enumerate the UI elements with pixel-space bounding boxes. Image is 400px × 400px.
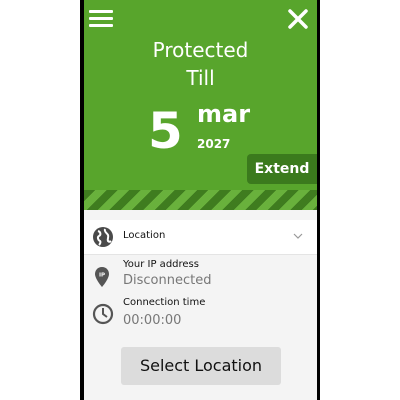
location-dropdown[interactable]: Location — [84, 220, 317, 254]
striped-divider — [84, 190, 317, 210]
expiry-day: 5 — [148, 102, 183, 160]
status-line-till: Till — [186, 66, 215, 90]
globe-icon — [93, 227, 113, 247]
chevron-down-icon — [293, 233, 303, 239]
protection-header: Protected Till 5 mar 2027 Extend — [84, 0, 317, 210]
ip-pin-icon: IP — [95, 267, 109, 287]
app-screen: Protected Till 5 mar 2027 Extend Locatio… — [84, 0, 317, 400]
connection-time-value: 00:00:00 — [123, 313, 182, 328]
location-label: Location — [123, 230, 166, 241]
close-icon[interactable] — [287, 8, 309, 30]
connection-time-label: Connection time — [123, 297, 206, 308]
extend-button[interactable]: Extend — [247, 154, 317, 184]
ip-pin-text: IP — [99, 273, 105, 279]
ip-address-value: Disconnected — [123, 273, 212, 288]
hamburger-menu-icon[interactable] — [89, 10, 113, 30]
expiry-month: mar — [197, 100, 251, 128]
select-location-button[interactable]: Select Location — [121, 347, 281, 385]
divider — [84, 254, 317, 255]
status-line-protected: Protected — [152, 38, 249, 62]
clock-icon — [92, 303, 114, 325]
expiry-year: 2027 — [197, 137, 231, 151]
ip-address-label: Your IP address — [123, 259, 199, 270]
